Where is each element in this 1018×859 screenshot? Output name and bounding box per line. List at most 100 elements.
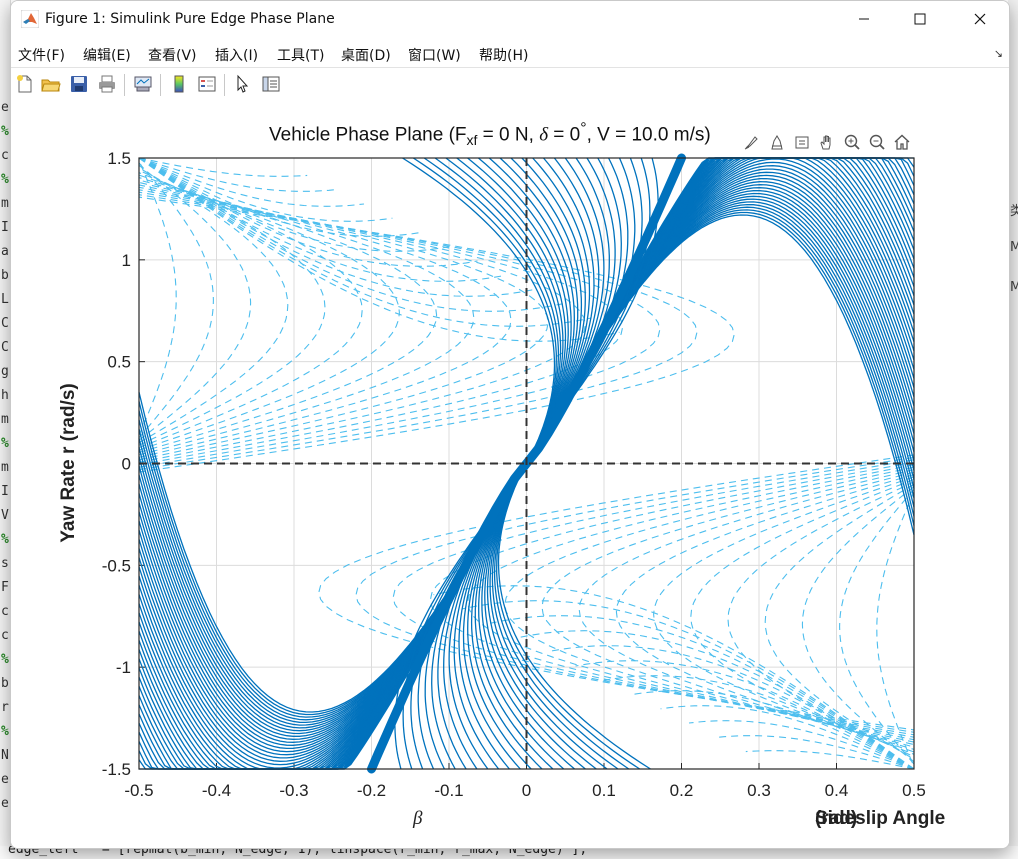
background-glyph: F	[1, 580, 9, 595]
background-glyph: C	[1, 316, 9, 331]
background-glyph: c	[1, 604, 9, 619]
zoom-in-icon[interactable]	[841, 132, 863, 152]
home-icon[interactable]	[891, 132, 913, 152]
edit-plot-icon[interactable]	[233, 74, 253, 94]
figure-canvas: -0.5 -0.4 -0.3 -0.2 -0.1 0 0.1 0.2 0.3 0.4 0.5 -1.…	[11, 100, 1009, 848]
background-glyph: g	[1, 364, 9, 379]
maximize-icon	[914, 13, 926, 25]
background-glyph: m	[1, 412, 9, 427]
background-glyph: I	[1, 220, 9, 235]
y-tick-label: -0.5	[102, 556, 131, 575]
background-glyph: r	[1, 700, 9, 715]
title-mid1: = 0 N,	[477, 124, 540, 146]
menu-window[interactable]: 窗口(W)	[408, 45, 461, 65]
save-icon[interactable]	[69, 74, 89, 94]
minimize-button[interactable]	[841, 1, 887, 37]
dock-arrow-icon[interactable]: ↘	[994, 47, 1003, 60]
menu-insert[interactable]: 插入(I)	[215, 45, 258, 65]
axes-toolbar	[741, 132, 913, 152]
y-tick-label: 0.5	[107, 353, 131, 372]
menu-edit[interactable]: 编辑(E)	[83, 45, 131, 65]
background-glyph: c	[1, 628, 9, 643]
pan-icon[interactable]	[816, 132, 838, 152]
background-glyph: c	[1, 148, 9, 163]
background-glyph: V	[1, 508, 9, 523]
background-glyph: e	[1, 100, 9, 115]
x-tick-label: 0.2	[670, 781, 694, 800]
export-icon[interactable]	[791, 132, 813, 152]
minimize-icon	[859, 18, 869, 20]
background-glyph: %	[1, 172, 9, 187]
zoom-out-icon[interactable]	[866, 132, 888, 152]
background-glyph: b	[1, 268, 9, 283]
background-glyph: e	[1, 796, 9, 811]
background-glyph: e	[1, 772, 9, 787]
toolbar-separator	[124, 74, 125, 96]
menu-desktop[interactable]: 桌面(D)	[341, 45, 391, 65]
brush-icon[interactable]	[741, 132, 763, 152]
background-glyph: %	[1, 436, 9, 451]
background-glyph: m	[1, 460, 9, 475]
x-tick-label: -0.4	[202, 781, 231, 800]
print-icon[interactable]	[97, 74, 117, 94]
background-glyph: a	[1, 244, 9, 259]
background-glyph: s	[1, 556, 9, 571]
x-tick-labels: -0.5 -0.4 -0.3 -0.2 -0.1 0 0.1 0.2 0.3 0.4 0.5	[124, 781, 925, 800]
y-tick-label: -1.5	[102, 760, 131, 779]
menu-tools[interactable]: 工具(T)	[277, 45, 324, 65]
x-tick-label: -0.1	[434, 781, 463, 800]
background-glyph: b	[1, 676, 9, 691]
title-bar[interactable]: Figure 1: Simulink Pure Edge Phase Plane	[11, 1, 1009, 37]
data-tips-icon[interactable]	[766, 132, 788, 152]
close-icon	[974, 13, 986, 25]
x-tick-label: 0	[522, 781, 531, 800]
background-glyph: M	[1010, 240, 1018, 255]
title-delta: δ	[539, 124, 549, 146]
y-tick-label: -1	[116, 658, 131, 677]
menu-bar: 文件(F) 编辑(E) 查看(V) 插入(I) 工具(T) 桌面(D) 窗口(W…	[11, 37, 1009, 67]
title-suffix: , V = 10.0 m/s)	[586, 124, 711, 146]
background-glyph: C	[1, 340, 9, 355]
new-figure-icon[interactable]	[15, 74, 35, 94]
link-plot-icon[interactable]	[133, 74, 153, 94]
toolbar-separator	[160, 74, 161, 96]
background-glyph: %	[1, 652, 9, 667]
window-title: Figure 1: Simulink Pure Edge Phase Plane	[45, 11, 335, 27]
background-glyph: L	[1, 292, 9, 307]
menu-view[interactable]: 查看(V)	[148, 45, 197, 65]
xlabel-suffix: (rad)	[815, 808, 858, 829]
menu-file[interactable]: 文件(F)	[18, 45, 65, 65]
property-inspector-icon[interactable]	[261, 74, 281, 94]
title-subscript: xf	[466, 132, 478, 149]
x-tick-label: 0.1	[592, 781, 616, 800]
x-tick-label: 0.3	[747, 781, 771, 800]
title-mid2: = 0	[548, 124, 581, 146]
plot-title: Vehicle Phase Plane (Fxf = 0 N, δ = 0°, …	[269, 120, 711, 148]
close-button[interactable]	[957, 1, 1003, 37]
background-glyph: I	[1, 484, 9, 499]
y-axis-label-text: Yaw Rate r (rad/s)	[58, 383, 79, 543]
background-glyph: %	[1, 532, 9, 547]
y-tick-labels: -1.5 -1 -0.5 0 0.5 1 1.5	[102, 149, 131, 779]
background-glyph: %	[1, 724, 9, 739]
background-glyph: m	[1, 196, 9, 211]
x-tick-label: -0.5	[124, 781, 153, 800]
matlab-logo-icon	[21, 10, 39, 28]
x-axis-label-text: Sideslip Angle β (rad)	[413, 808, 945, 830]
menu-help[interactable]: 帮助(H)	[479, 45, 528, 65]
title-prefix: Vehicle Phase Plane (F	[269, 124, 467, 146]
y-tick-label: 0	[122, 455, 131, 474]
x-tick-label: -0.2	[357, 781, 386, 800]
x-tick-label: 0.4	[825, 781, 849, 800]
maximize-button[interactable]	[897, 1, 943, 37]
background-glyph: h	[1, 388, 9, 403]
background-glyph: 类	[1010, 204, 1018, 219]
background-glyph: M	[1010, 280, 1018, 295]
phase-plane-plot[interactable]: -0.5 -0.4 -0.3 -0.2 -0.1 0 0.1 0.2 0.3 0.4 0.5 -1.…	[11, 100, 1009, 848]
open-file-icon[interactable]	[41, 74, 61, 94]
x-tick-label: -0.3	[279, 781, 308, 800]
background-glyph: N	[1, 748, 9, 763]
x-tick-label: 0.5	[902, 781, 926, 800]
colorbar-icon[interactable]	[169, 74, 189, 94]
legend-icon[interactable]	[197, 74, 217, 94]
